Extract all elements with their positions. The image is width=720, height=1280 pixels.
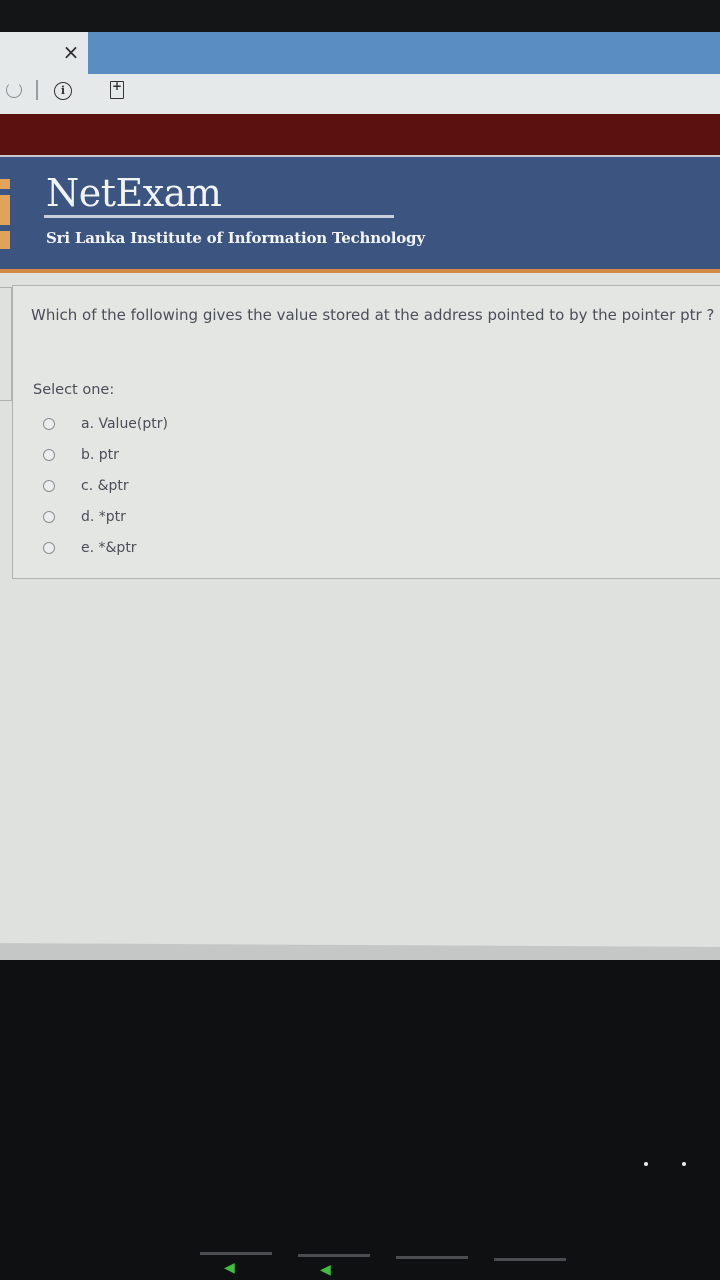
option-c[interactable]: c. &ptr: [41, 470, 168, 501]
browser-toolbar: × i: [0, 32, 720, 114]
add-page-icon[interactable]: [110, 79, 124, 99]
brand-underline: [44, 215, 394, 218]
radio-button[interactable]: [43, 541, 55, 554]
logo-icon: [0, 179, 10, 249]
option-label[interactable]: b. ptr: [81, 447, 119, 463]
option-a[interactable]: a. Value(ptr): [41, 408, 168, 439]
info-icon[interactable]: i: [54, 82, 72, 100]
select-one-label: Select one:: [33, 382, 115, 398]
toolbar-divider: [36, 80, 38, 100]
key-edge: [494, 1258, 566, 1261]
laptop-keyboard-area: ◀ ◀: [0, 960, 720, 1280]
brand-title[interactable]: NetExam: [46, 171, 222, 215]
key-edge: [396, 1256, 468, 1259]
institute-name: Sri Lanka Institute of Information Techn…: [46, 229, 425, 247]
top-banner: [0, 114, 720, 156]
device-bezel-top: [0, 0, 720, 32]
active-tab[interactable]: [88, 32, 720, 74]
option-label[interactable]: c. &ptr: [81, 478, 129, 494]
radio-button[interactable]: [43, 510, 55, 523]
radio-button[interactable]: [43, 479, 55, 492]
radio-button[interactable]: [43, 448, 55, 461]
quiz-content: Which of the following gives the value s…: [0, 273, 720, 955]
radio-button[interactable]: [43, 417, 55, 430]
speaker-icon: ◀: [224, 1260, 235, 1276]
site-header: NetExam Sri Lanka Institute of Informati…: [0, 157, 720, 269]
answer-options: a. Value(ptr) b. ptr c. &ptr d. *ptr e. …: [41, 408, 168, 563]
close-icon[interactable]: ×: [60, 40, 82, 64]
question-info-panel: [0, 287, 12, 401]
option-label[interactable]: a. Value(ptr): [81, 416, 168, 432]
indicator-light: [682, 1162, 686, 1166]
key-edge: [200, 1252, 272, 1255]
key-edge: [298, 1254, 370, 1257]
volume-icon: ◀: [320, 1262, 331, 1278]
question-box: Which of the following gives the value s…: [12, 285, 720, 579]
option-d[interactable]: d. *ptr: [41, 501, 168, 532]
option-label[interactable]: e. *&ptr: [81, 540, 137, 556]
indicator-light: [644, 1162, 648, 1166]
option-b[interactable]: b. ptr: [41, 439, 168, 470]
option-e[interactable]: e. *&ptr: [41, 532, 168, 563]
option-label[interactable]: d. *ptr: [81, 509, 126, 525]
reload-icon[interactable]: [6, 82, 22, 98]
question-text: Which of the following gives the value s…: [31, 306, 715, 324]
